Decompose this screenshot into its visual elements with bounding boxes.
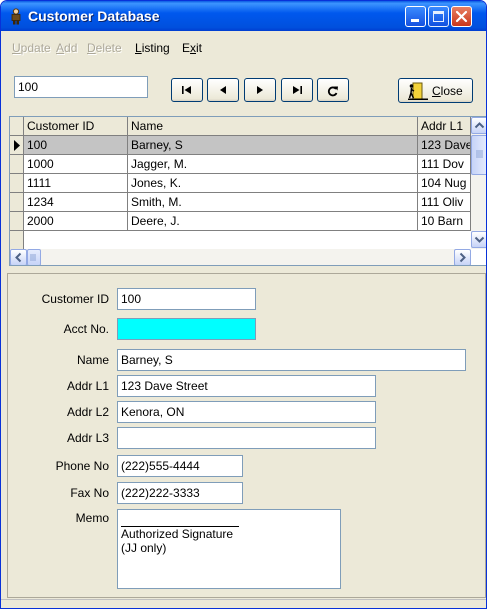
row-selector[interactable] <box>10 174 24 193</box>
scroll-down-button[interactable] <box>471 231 486 248</box>
column-header-name[interactable]: Name <box>128 117 418 136</box>
scroll-thumb[interactable] <box>471 135 486 175</box>
cell-customer-id[interactable]: 2000 <box>24 212 128 231</box>
grid-vertical-scrollbar[interactable] <box>471 117 486 249</box>
chevron-down-icon <box>474 236 485 243</box>
person-icon <box>11 8 21 25</box>
cell-customer-id[interactable]: 1234 <box>24 193 128 212</box>
addr-l1-label: Addr L1 <box>66 379 109 393</box>
acct-no-field[interactable] <box>117 318 256 340</box>
title-bar[interactable]: Customer Database <box>1 1 486 31</box>
row-selector <box>10 231 24 249</box>
cell-customer-id[interactable]: 1111 <box>24 174 128 193</box>
addr-l2-field[interactable]: Kenora, ON <box>117 401 376 423</box>
name-label: Name <box>76 353 109 367</box>
minimize-icon <box>411 19 419 22</box>
refresh-button[interactable] <box>317 78 349 102</box>
cell-customer-id[interactable]: 1000 <box>24 155 128 174</box>
grip-icon <box>476 150 483 158</box>
close-icon <box>455 10 468 23</box>
row-selector[interactable] <box>10 193 24 212</box>
cell-addr-l1[interactable]: 111 Dov <box>418 155 471 174</box>
memo-text: Authorized Signature (JJ only) <box>121 526 239 555</box>
addr-l2-label: Addr L2 <box>66 405 109 419</box>
refresh-icon <box>327 86 338 97</box>
cell-name[interactable]: Smith, M. <box>128 193 418 212</box>
menu-listing[interactable]: Listing <box>135 41 170 55</box>
name-field[interactable]: Barney, S <box>117 349 466 371</box>
row-selector[interactable] <box>10 136 24 155</box>
scroll-right-button[interactable] <box>454 249 471 265</box>
customer-id-label: Customer ID <box>41 292 109 306</box>
phone-no-label: Phone No <box>55 459 109 473</box>
cell-name[interactable]: Barney, S <box>128 136 418 155</box>
cell-name[interactable]: Deere, J. <box>128 212 418 231</box>
previous-record-button[interactable] <box>207 78 239 102</box>
memo-label: Memo <box>75 511 109 525</box>
exit-door-icon <box>408 82 428 100</box>
maximize-button[interactable] <box>428 6 449 27</box>
customer-grid[interactable]: Customer ID Name Addr L1 100 Barney, S 1… <box>9 116 486 266</box>
fax-no-field[interactable]: (222)222-3333 <box>117 482 243 504</box>
last-record-button[interactable] <box>281 78 313 102</box>
menu-add[interactable]: Add <box>56 41 77 55</box>
scroll-left-button[interactable] <box>10 249 27 265</box>
row-selector[interactable] <box>10 212 24 231</box>
column-header-addr-l1[interactable]: Addr L1 <box>418 117 471 136</box>
grid-corner <box>10 117 24 136</box>
addr-l1-field[interactable]: 123 Dave Street <box>117 375 376 397</box>
cell-addr-l1[interactable]: 123 Dave <box>418 136 471 155</box>
menu-exit[interactable]: Exit <box>182 41 202 55</box>
maximize-icon <box>433 11 444 22</box>
scroll-up-button[interactable] <box>471 117 486 134</box>
current-row-pointer-icon <box>14 140 20 151</box>
chevron-right-icon <box>459 252 466 263</box>
status-bar <box>1 599 486 608</box>
column-header-customer-id[interactable]: Customer ID <box>24 117 128 136</box>
addr-l3-field[interactable] <box>117 427 376 449</box>
customer-id-field[interactable]: 100 <box>117 288 256 310</box>
minimize-button[interactable] <box>405 6 426 27</box>
cell-name[interactable]: Jagger, M. <box>128 155 418 174</box>
first-record-icon <box>182 86 191 94</box>
horizontal-scroll-thumb[interactable] <box>27 249 41 265</box>
acct-no-label: Acct No. <box>63 322 109 336</box>
close-button[interactable]: Close <box>398 78 473 103</box>
row-selector[interactable] <box>10 155 24 174</box>
grid-horizontal-scrollbar[interactable] <box>10 249 471 265</box>
cell-addr-l1[interactable]: 104 Nug <box>418 174 471 193</box>
chevron-left-icon <box>15 252 22 263</box>
window-title: Customer Database <box>28 8 160 24</box>
customer-database-window: Customer Database Update Add Delete List… <box>0 0 487 609</box>
window-close-button[interactable] <box>451 6 472 27</box>
next-record-button[interactable] <box>244 78 276 102</box>
cell-customer-id[interactable]: 100 <box>24 136 128 155</box>
cell-addr-l1[interactable]: 10 Barn <box>418 212 471 231</box>
menu-delete[interactable]: Delete <box>87 41 122 55</box>
fax-no-label: Fax No <box>70 486 109 500</box>
record-search-input[interactable] <box>14 76 148 98</box>
first-record-button[interactable] <box>171 78 203 102</box>
grip-icon <box>30 254 36 261</box>
phone-no-field[interactable]: (222)555-4444 <box>117 455 243 477</box>
previous-record-icon <box>220 86 226 94</box>
close-button-label: Close <box>432 84 463 98</box>
cell-addr-l1[interactable]: 111 Oliv <box>418 193 471 212</box>
next-record-icon <box>257 86 263 94</box>
menu-update[interactable]: Update <box>12 41 51 55</box>
last-record-icon <box>293 86 302 94</box>
addr-l3-label: Addr L3 <box>66 431 109 445</box>
menu-bar: Update Add Delete Listing Exit <box>1 41 486 61</box>
memo-field[interactable]: Authorized Signature (JJ only) <box>117 509 341 589</box>
cell-name[interactable]: Jones, K. <box>128 174 418 193</box>
chevron-up-icon <box>474 122 485 129</box>
